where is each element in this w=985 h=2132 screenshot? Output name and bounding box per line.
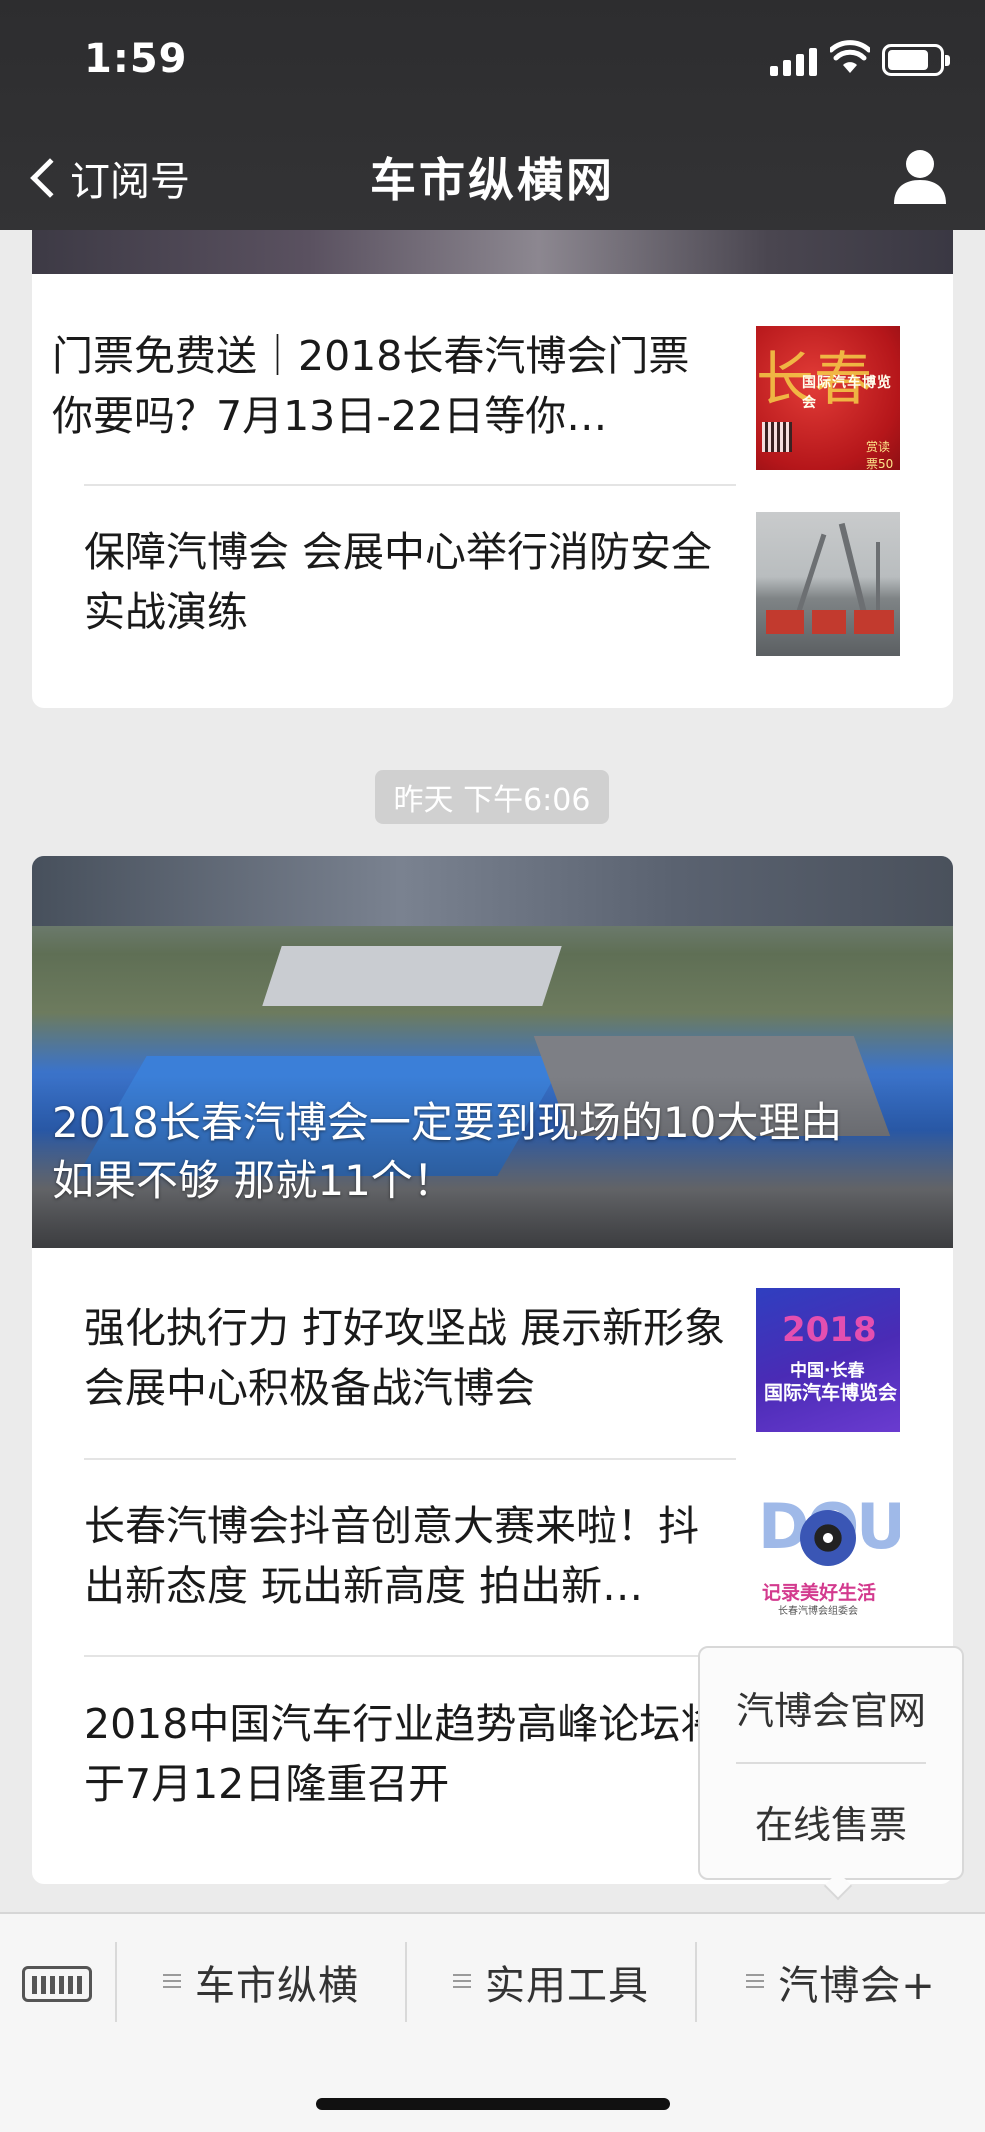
status-time: 1:59 <box>84 36 188 82</box>
article-title: 强化执行力 打好攻坚战 展示新形象 会展中心积极备战汽博会 <box>84 1304 726 1412</box>
list-item[interactable]: 门票免费送｜2018长春汽博会门票你要吗？7月13日-22日等你… <box>52 316 872 460</box>
page-title: 车市纵横网 <box>370 153 615 207</box>
home-indicator[interactable] <box>316 2098 670 2110</box>
menu-item-tools[interactable]: 实用工具 <box>407 1942 695 2022</box>
article-thumbnail[interactable]: DOU 记录美好生活 长春汽博会组委会 <box>756 1484 900 1628</box>
menu-lines-icon <box>453 1974 471 1990</box>
profile-icon[interactable] <box>890 146 950 208</box>
header: 1:59 订阅号 车市纵横网 <box>0 0 985 230</box>
article-title: 保障汽博会 会展中心举行消防安全实战演练 <box>84 528 713 636</box>
article-title: 门票免费送｜2018长春汽博会门票你要吗？7月13日-22日等你… <box>52 332 690 440</box>
hero-title[interactable]: 2018长春汽博会一定要到现场的10大理由 如果不够 那就11个！ <box>52 1094 892 1210</box>
divider <box>84 484 736 486</box>
battery-icon <box>882 44 950 76</box>
submenu-item-online-tickets[interactable]: 在线售票 <box>700 1794 962 1849</box>
timestamp: 昨天 下午6:06 <box>375 770 609 824</box>
submenu-item-expo-website[interactable]: 汽博会官网 <box>700 1680 962 1735</box>
nav-bar: 订阅号 车市纵横网 <box>0 128 985 228</box>
article-title: 2018中国汽车行业趋势高峰论坛将于7月12日隆重召开 <box>84 1700 722 1808</box>
divider <box>736 1762 926 1764</box>
article-title: 长春汽博会抖音创意大赛来啦！抖出新态度 玩出新高度 拍出新… <box>84 1502 699 1610</box>
keyboard-toggle-button[interactable] <box>22 1956 92 2006</box>
status-bar: 1:59 <box>0 0 985 120</box>
article-thumbnail[interactable]: 2018 中国·长春 国际汽车博览会 <box>756 1288 900 1432</box>
article-thumbnail[interactable]: 长春 国际汽车博览会 赏读票50 <box>756 326 900 470</box>
menu-item-expo-plus[interactable]: 汽博会+ <box>697 1942 985 2022</box>
divider <box>84 1655 736 1657</box>
list-item[interactable]: 强化执行力 打好攻坚战 展示新形象 会展中心积极备战汽博会 <box>52 1292 872 1436</box>
list-item[interactable]: 长春汽博会抖音创意大赛来啦！抖出新态度 玩出新高度 拍出新… <box>52 1490 872 1634</box>
wifi-icon <box>830 40 870 73</box>
signal-icon <box>770 46 818 76</box>
menu-lines-icon <box>163 1974 181 1990</box>
article-thumbnail[interactable] <box>756 512 900 656</box>
previous-cover-image[interactable] <box>32 230 953 274</box>
divider <box>84 1458 736 1460</box>
menu-lines-icon <box>746 1974 765 1990</box>
menu-item-chesizongheng[interactable]: 车市纵横 <box>117 1942 405 2022</box>
submenu-popup: 汽博会官网 在线售票 <box>698 1646 964 1880</box>
list-item[interactable]: 保障汽博会 会展中心举行消防安全实战演练 <box>52 516 872 660</box>
